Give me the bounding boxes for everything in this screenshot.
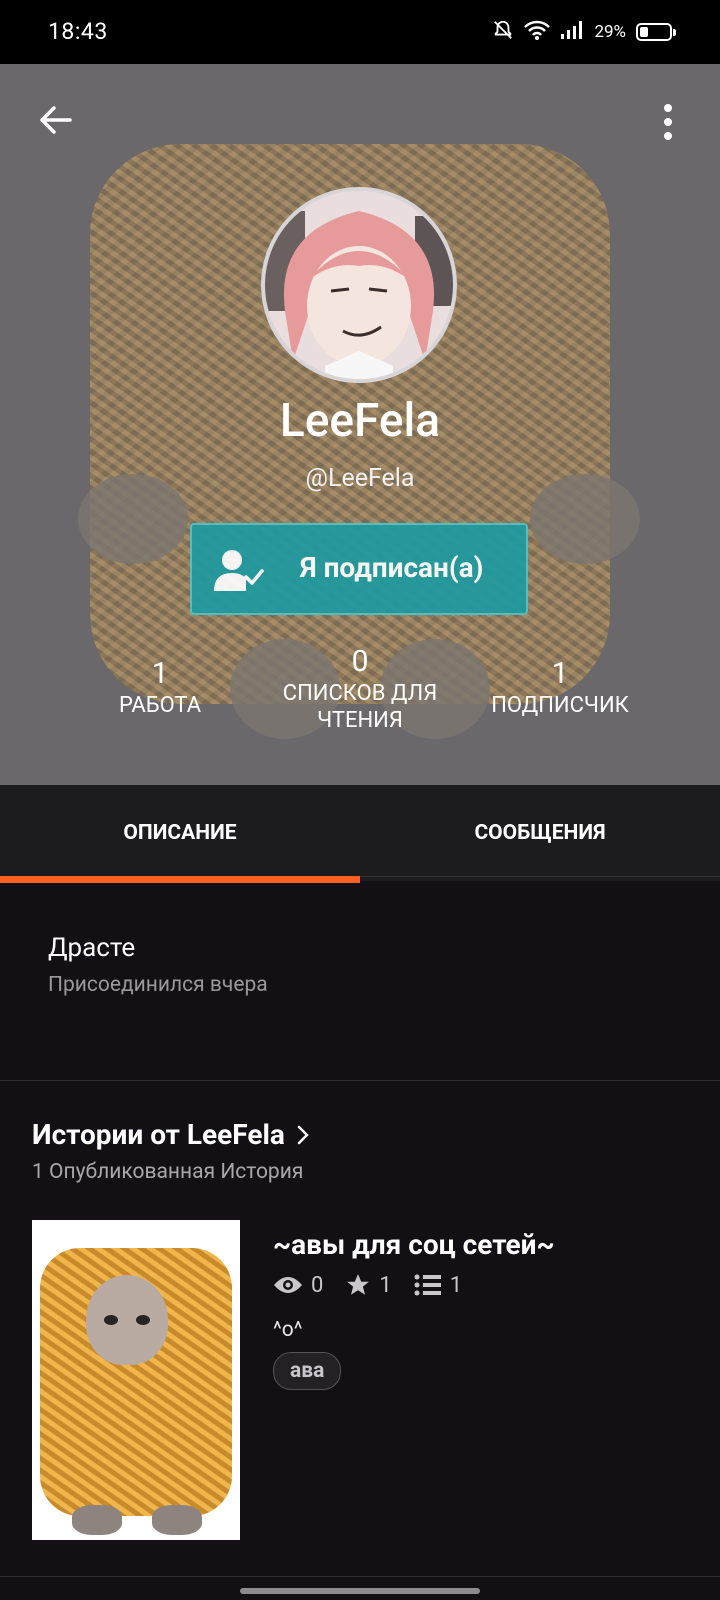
stat-reading-lists[interactable]: 0 СПИСКОВ ДЛЯ ЧТЕНИЯ bbox=[265, 644, 455, 734]
battery-percent: 29% bbox=[594, 22, 626, 42]
home-indicator[interactable] bbox=[240, 1588, 480, 1594]
following-button-label: Я подписан(а) bbox=[300, 551, 484, 584]
story-views: 0 bbox=[273, 1273, 323, 1298]
joined-date: Присоединился вчера bbox=[48, 973, 268, 997]
cover-leg bbox=[72, 1505, 122, 1535]
stories-header-link[interactable]: Истории от LeeFela bbox=[32, 1118, 311, 1151]
tab-messages[interactable]: СООБЩЕНИЯ bbox=[360, 785, 720, 881]
story-parts-count: 1 bbox=[449, 1272, 463, 1298]
more-vertical-icon bbox=[664, 104, 672, 140]
profile-header: LeeFela @LeeFela Я подписан(а) 1 РАБОТА … bbox=[0, 64, 720, 785]
chevron-right-icon bbox=[297, 1125, 309, 1144]
back-button[interactable] bbox=[34, 98, 78, 142]
story-cover[interactable] bbox=[32, 1220, 240, 1540]
battery-icon bbox=[636, 23, 676, 41]
stories-title: Истории от LeeFela bbox=[32, 1118, 285, 1151]
story-parts: 1 bbox=[414, 1273, 462, 1298]
story-title[interactable]: ~авы для соц сетей~ bbox=[273, 1228, 555, 1261]
wifi-icon bbox=[524, 19, 551, 46]
cover-cat-face bbox=[86, 1275, 168, 1365]
stat-followers-label: ПОДПИСЧИК bbox=[491, 693, 629, 718]
story-votes-count: 1 bbox=[379, 1272, 392, 1298]
profile-tabs: ОПИСАНИЕ СООБЩЕНИЯ bbox=[0, 785, 720, 881]
status-icons: 29% bbox=[492, 18, 676, 46]
stat-followers[interactable]: 1 ПОДПИСЧИК bbox=[470, 656, 650, 719]
story-tag[interactable]: ава bbox=[273, 1352, 342, 1390]
list-icon bbox=[414, 1274, 441, 1296]
battery-fill bbox=[640, 27, 648, 37]
star-icon bbox=[347, 1274, 370, 1295]
signal-icon bbox=[560, 20, 584, 45]
tabs-divider bbox=[360, 876, 720, 877]
cover-cat-eye bbox=[136, 1315, 150, 1325]
story-views-count: 0 bbox=[311, 1272, 324, 1298]
following-button[interactable]: Я подписан(а) bbox=[190, 523, 528, 615]
profile-handle: @LeeFela bbox=[305, 464, 415, 493]
stat-works-label: РАБОТА bbox=[118, 693, 202, 718]
about-text: Драсте bbox=[48, 933, 136, 963]
profile-display-name: LeeFela bbox=[279, 394, 441, 448]
avatar[interactable] bbox=[261, 187, 457, 383]
stat-reading-lists-label: СПИСКОВ ДЛЯ ЧТЕНИЯ bbox=[282, 681, 438, 733]
stat-reading-lists-value: 0 bbox=[351, 644, 369, 679]
more-options-button[interactable] bbox=[656, 100, 680, 144]
story-votes: 1 bbox=[345, 1272, 392, 1298]
active-tab-indicator bbox=[0, 876, 360, 883]
stat-works-value: 1 bbox=[151, 656, 169, 691]
about-section: Драсте Присоединился вчера bbox=[48, 933, 268, 997]
stories-count: 1 Опубликованная История bbox=[32, 1160, 304, 1184]
status-bar: 18:43 29% bbox=[0, 0, 720, 64]
user-check-icon bbox=[214, 550, 264, 591]
tab-about[interactable]: ОПИСАНИЕ bbox=[0, 785, 360, 881]
cover-cat-eye bbox=[104, 1315, 118, 1325]
cover-leg bbox=[152, 1505, 202, 1535]
stat-works[interactable]: 1 РАБОТА bbox=[100, 656, 220, 719]
eye-icon bbox=[274, 1277, 302, 1293]
arrow-left-icon bbox=[40, 106, 72, 134]
stat-followers-value: 1 bbox=[551, 656, 569, 691]
section-divider bbox=[0, 1080, 720, 1081]
status-time: 18:43 bbox=[48, 18, 108, 45]
story-description: ^o^ bbox=[273, 1318, 303, 1342]
bell-off-icon bbox=[492, 19, 514, 46]
story-stats: 0 1 1 bbox=[273, 1272, 484, 1298]
avatar-image bbox=[265, 191, 453, 379]
bottom-divider bbox=[0, 1576, 720, 1577]
